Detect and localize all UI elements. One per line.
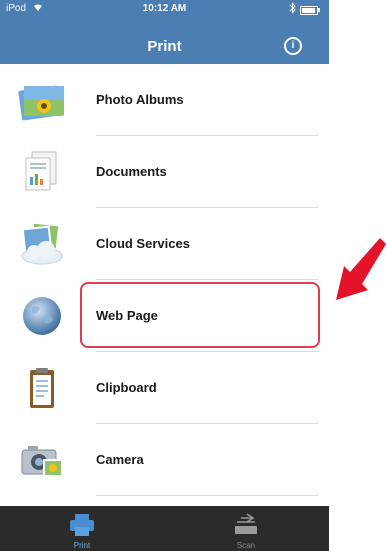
tab-print[interactable]: Print bbox=[0, 506, 164, 551]
battery-icon bbox=[300, 6, 318, 15]
menu-item-photo-albums[interactable]: Photo Albums bbox=[0, 64, 329, 136]
tab-label: Print bbox=[73, 541, 91, 550]
info-icon[interactable]: i bbox=[284, 37, 302, 55]
photo-albums-icon bbox=[18, 78, 66, 122]
status-bar: iPod 10:12 AM bbox=[0, 0, 329, 20]
cloud-services-icon bbox=[18, 221, 66, 266]
menu-item-documents[interactable]: Documents bbox=[0, 136, 329, 208]
separator bbox=[96, 495, 319, 496]
menu-item-label: Photo Albums bbox=[96, 92, 184, 107]
bluetooth-icon bbox=[289, 2, 296, 17]
battery-tip bbox=[318, 8, 320, 12]
status-time: 10:12 AM bbox=[142, 3, 187, 14]
menu-item-label: Camera bbox=[96, 452, 144, 467]
page-title: Print bbox=[147, 38, 182, 55]
scanner-icon bbox=[231, 512, 261, 538]
tab-bar: Print Scan bbox=[0, 506, 329, 551]
phone-screen: iPod 10:12 AM Print i Photo Albums Docum… bbox=[0, 0, 329, 551]
nav-header: iPod 10:12 AM Print i bbox=[0, 0, 329, 64]
menu-item-camera[interactable]: Camera bbox=[0, 424, 329, 496]
menu-item-label: Cloud Services bbox=[96, 236, 190, 251]
red-arrow-icon bbox=[330, 238, 387, 308]
globe-icon bbox=[18, 294, 66, 338]
menu-item-label: Clipboard bbox=[96, 380, 157, 395]
camera-icon bbox=[18, 438, 66, 482]
printer-icon bbox=[67, 512, 97, 538]
clipboard-icon bbox=[18, 366, 66, 410]
tab-scan[interactable]: Scan bbox=[164, 506, 328, 551]
documents-icon bbox=[18, 150, 66, 194]
web-page-highlight-box bbox=[80, 282, 320, 348]
tab-label: Scan bbox=[236, 541, 256, 550]
menu-item-label: Documents bbox=[96, 164, 167, 179]
menu-item-clipboard[interactable]: Clipboard bbox=[0, 352, 329, 424]
menu-item-cloud-services[interactable]: Cloud Services bbox=[0, 208, 329, 280]
